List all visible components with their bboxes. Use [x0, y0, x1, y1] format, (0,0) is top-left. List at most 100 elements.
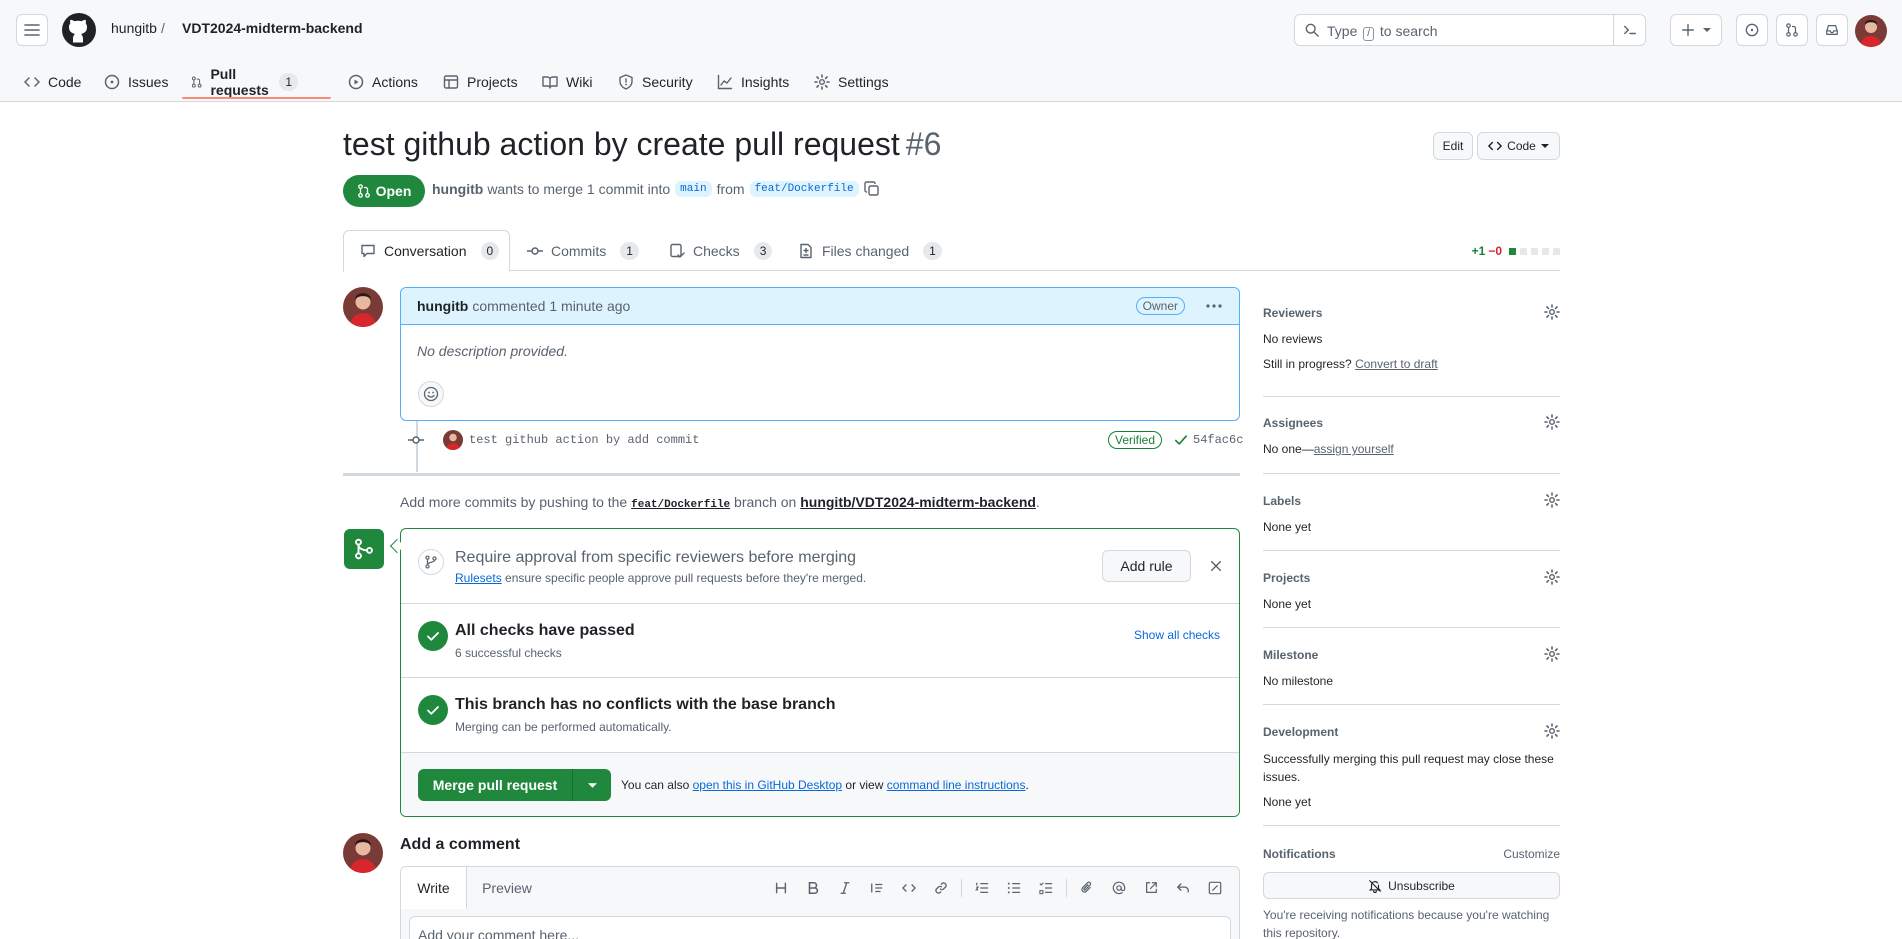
inbox-button[interactable] [1816, 14, 1848, 46]
add-reaction-button[interactable] [418, 381, 444, 407]
bold-icon[interactable] [797, 877, 829, 899]
reply-icon[interactable] [1167, 877, 1199, 899]
copy-icon[interactable] [863, 181, 880, 197]
unsubscribe-button[interactable]: Unsubscribe [1263, 872, 1560, 899]
close-icon[interactable] [1209, 559, 1223, 573]
milestone-heading[interactable]: Milestone [1263, 648, 1318, 662]
base-branch[interactable]: main [675, 181, 712, 197]
task-list-icon[interactable] [1030, 877, 1062, 899]
commit-icon [408, 436, 424, 444]
comment-author[interactable]: hungitb [417, 298, 468, 314]
customize-notifications-link[interactable]: Customize [1503, 847, 1560, 861]
search-input[interactable]: Type / to search [1294, 14, 1646, 46]
github-desktop-link[interactable]: open this in GitHub Desktop [693, 778, 842, 792]
code-dropdown-button[interactable]: Code [1477, 132, 1560, 160]
also-middle: or view [845, 778, 884, 792]
tab-wiki[interactable]: Wiki [542, 62, 592, 102]
merge-method-dropdown[interactable] [573, 769, 611, 801]
show-all-checks-link[interactable]: Show all checks [1134, 628, 1220, 642]
tab-files-changed[interactable]: Files changed 1 [798, 230, 942, 271]
edit-title-button[interactable]: Edit [1433, 132, 1473, 160]
assignees-heading[interactable]: Assignees [1263, 416, 1323, 430]
tab-projects[interactable]: Projects [443, 62, 518, 102]
comment-icon [361, 244, 375, 258]
commit-message[interactable]: test github action by add commit [469, 433, 699, 447]
heading-icon[interactable] [765, 877, 797, 899]
tab-label: Files changed [822, 242, 910, 259]
cross-reference-icon[interactable] [1135, 877, 1167, 899]
tab-issues[interactable]: Issues [104, 62, 168, 102]
pull-requests-button[interactable] [1776, 14, 1808, 46]
code-icon[interactable] [893, 877, 925, 899]
comment-textarea[interactable]: Add your comment here... [409, 916, 1231, 939]
graph-icon [717, 74, 733, 90]
inbox-icon [1826, 25, 1838, 35]
comment-body: No description provided. [417, 343, 568, 359]
gear-icon[interactable] [1544, 569, 1560, 585]
tab-settings[interactable]: Settings [814, 62, 889, 102]
tab-label: Conversation [384, 243, 467, 259]
mention-icon[interactable] [1103, 877, 1135, 899]
commit-icon [527, 246, 543, 255]
push-note-repo-link[interactable]: hungitb/VDT2024-midterm-backend [800, 494, 1036, 510]
breadcrumb-repo[interactable]: VDT2024-midterm-backend [182, 20, 363, 36]
add-rule-button[interactable]: Add rule [1102, 550, 1191, 582]
breadcrumb-owner[interactable]: hungitb [111, 20, 157, 36]
ordered-list-icon[interactable] [966, 877, 998, 899]
verified-badge[interactable]: Verified [1108, 431, 1163, 449]
smiley-icon [423, 386, 439, 402]
comment-timestamp[interactable]: 1 minute ago [549, 298, 630, 314]
push-note: Add more commits by pushing to the feat/… [400, 494, 1040, 511]
issues-button[interactable] [1736, 14, 1768, 46]
tab-preview[interactable]: Preview [467, 867, 547, 908]
tab-code[interactable]: Code [24, 62, 81, 102]
gear-icon[interactable] [1544, 492, 1560, 508]
reviewers-heading[interactable]: Reviewers [1263, 306, 1322, 320]
also-suffix: . [1025, 778, 1029, 792]
push-note-branch[interactable]: feat/Dockerfile [631, 499, 730, 511]
projects-heading[interactable]: Projects [1263, 571, 1310, 585]
active-tab-indicator [182, 97, 331, 99]
plus-icon [1682, 24, 1694, 36]
menu-button[interactable] [16, 14, 48, 46]
development-heading[interactable]: Development [1263, 725, 1338, 739]
tab-checks[interactable]: Checks 3 [669, 230, 773, 271]
tab-security[interactable]: Security [618, 62, 693, 102]
head-branch[interactable]: feat/Dockerfile [749, 181, 859, 197]
unsubscribe-label: Unsubscribe [1388, 878, 1455, 893]
gear-icon[interactable] [1544, 723, 1560, 739]
tab-write[interactable]: Write [401, 867, 467, 909]
command-palette-button[interactable] [1613, 15, 1645, 45]
commit-sha[interactable]: 54fac6c [1174, 433, 1243, 447]
github-logo-icon[interactable] [62, 13, 96, 47]
pr-author[interactable]: hungitb [432, 181, 483, 197]
convert-to-draft-link[interactable]: Convert to draft [1355, 357, 1438, 371]
current-user-avatar[interactable] [343, 833, 383, 873]
link-icon[interactable] [925, 877, 957, 899]
command-line-link[interactable]: command line instructions [887, 778, 1026, 792]
italic-icon[interactable] [829, 877, 861, 899]
comment-editor: Write Preview Add your comment here... [400, 866, 1240, 939]
attach-icon[interactable] [1071, 877, 1103, 899]
tab-insights[interactable]: Insights [717, 62, 789, 102]
comment-author-avatar[interactable] [343, 287, 383, 327]
tab-actions[interactable]: Actions [348, 62, 418, 102]
tab-conversation[interactable]: Conversation 0 [343, 230, 510, 272]
quote-icon[interactable] [861, 877, 893, 899]
tab-commits[interactable]: Commits 1 [527, 230, 639, 271]
create-new-button[interactable] [1670, 14, 1722, 46]
gear-icon[interactable] [1544, 646, 1560, 662]
check-icon [1174, 435, 1188, 445]
commit-author-avatar[interactable] [443, 430, 463, 450]
assign-yourself-link[interactable]: assign yourself [1314, 442, 1394, 456]
rulesets-link[interactable]: Rulesets [455, 571, 502, 585]
fullscreen-icon[interactable] [1199, 877, 1231, 899]
merge-pull-request-button[interactable]: Merge pull request [418, 769, 573, 801]
tab-pull-requests[interactable]: Pull requests 1 [191, 62, 299, 102]
user-avatar[interactable] [1855, 15, 1887, 47]
unordered-list-icon[interactable] [998, 877, 1030, 899]
labels-heading[interactable]: Labels [1263, 494, 1301, 508]
kebab-menu-icon[interactable] [1205, 298, 1223, 314]
gear-icon[interactable] [1544, 304, 1560, 320]
gear-icon[interactable] [1544, 414, 1560, 430]
